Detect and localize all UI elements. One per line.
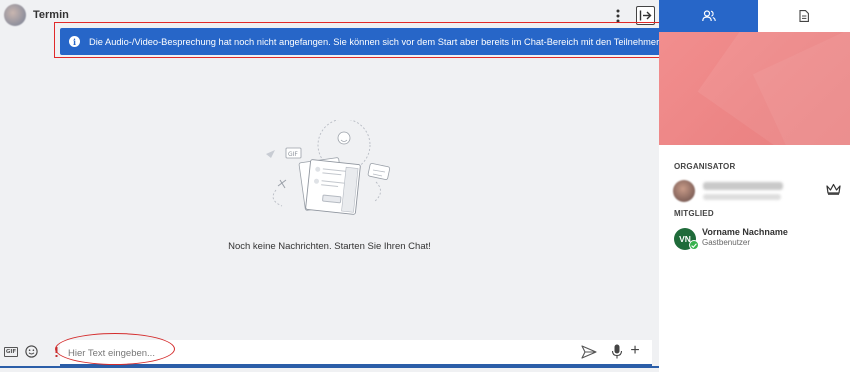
message-field: [60, 340, 652, 366]
input-marker-icon: [55, 347, 58, 357]
tab-participants[interactable]: [659, 0, 758, 32]
document-icon: [799, 10, 809, 22]
users-icon: [701, 10, 716, 22]
kebab-menu-icon: [616, 9, 620, 23]
member-role: Gastbenutzer: [702, 238, 751, 247]
organizer-avatar: [673, 180, 695, 202]
member-section-label: MITGLIED: [674, 209, 714, 218]
emoji-icon[interactable]: [25, 345, 38, 358]
arrow-right-bar-icon: [639, 10, 652, 21]
collapse-sidebar-button[interactable]: [636, 6, 655, 25]
empty-chat-illustration: GIF: [266, 120, 391, 215]
message-composer: GIF +: [0, 340, 659, 368]
gif-button[interactable]: GIF: [4, 347, 18, 357]
meeting-cover-image: [659, 32, 850, 145]
meeting-avatar: [4, 4, 26, 26]
page-title: Termin: [33, 9, 69, 21]
online-status-icon: [689, 240, 699, 250]
organizer-section-label: ORGANISATOR: [674, 162, 736, 171]
send-icon[interactable]: [581, 345, 597, 359]
organizer-name-redacted: [703, 182, 783, 190]
info-banner-text: Die Audio-/Video-Besprechung hat noch ni…: [89, 36, 717, 47]
organizer-email-redacted: [703, 194, 781, 200]
sidebar-tabs: [659, 0, 850, 32]
more-options-button[interactable]: [612, 8, 624, 24]
crown-icon: [826, 183, 841, 195]
info-banner: i Die Audio-/Video-Besprechung hat noch …: [60, 28, 751, 55]
chat-area: Termin GIF Noch keine Nachrichten. Start…: [0, 0, 659, 372]
microphone-icon[interactable]: [611, 344, 623, 359]
checkmark-icon: [691, 242, 697, 248]
add-attachment-button[interactable]: +: [628, 342, 642, 360]
message-input[interactable]: [68, 344, 518, 362]
info-icon: i: [69, 36, 80, 47]
composer-underline: [0, 366, 659, 368]
tab-notes[interactable]: [758, 0, 850, 32]
illustration-gif-tag: GIF: [288, 151, 298, 158]
member-name: Vorname Nachname: [702, 227, 788, 237]
participants-panel: ORGANISATOR MITGLIED VN Vorname Nachname…: [659, 0, 850, 372]
empty-chat-message: Noch keine Nachrichten. Starten Sie Ihre…: [228, 241, 431, 252]
